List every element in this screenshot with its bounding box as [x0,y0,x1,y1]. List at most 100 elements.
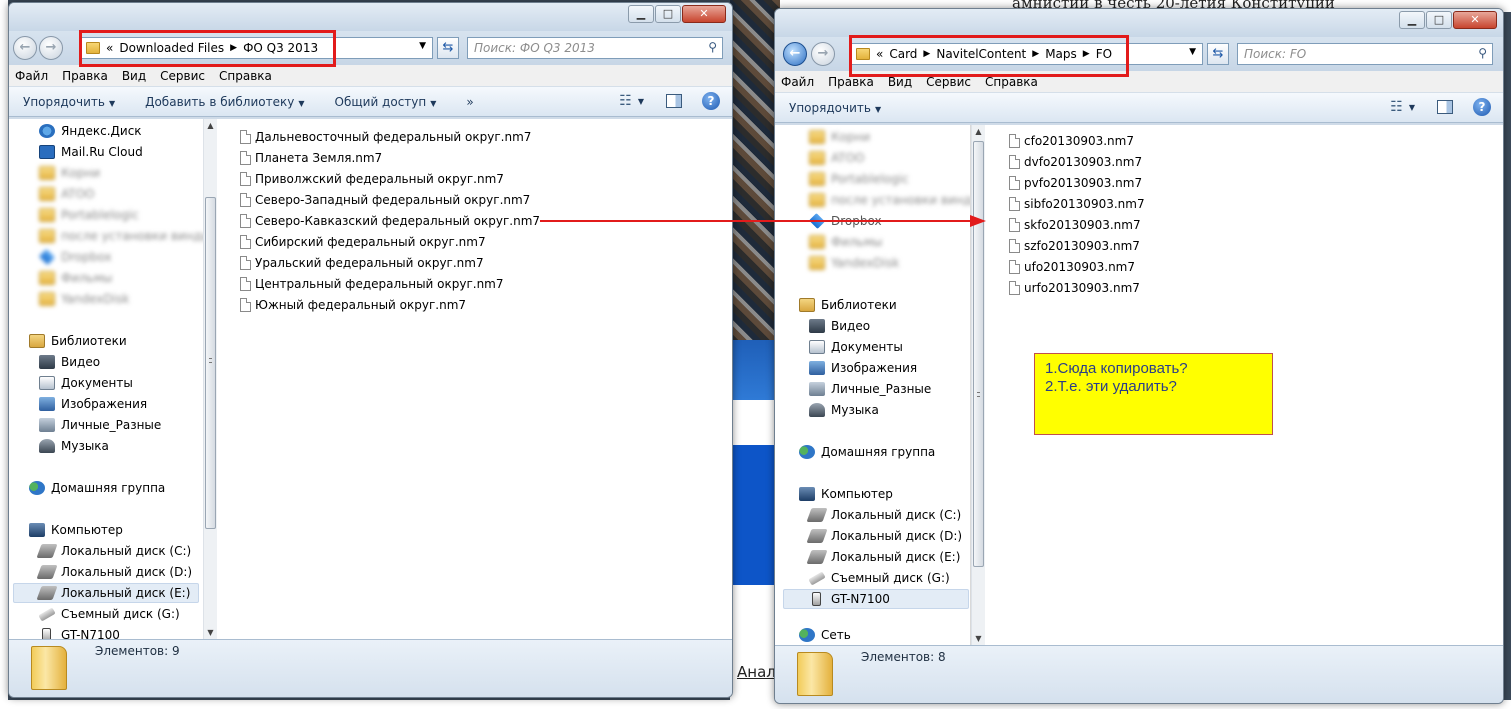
back-button[interactable]: ← [13,36,37,60]
webpage-link[interactable]: Анал [737,663,776,681]
file-item[interactable]: dvfo20130903.nm7 [1009,152,1142,172]
nav-item-blurred[interactable]: после установки винды [39,226,211,246]
nav-item-video[interactable]: Видео [809,316,870,336]
file-item[interactable]: ufo20130903.nm7 [1009,257,1135,277]
menu-tools[interactable]: Сервис [160,69,205,83]
nav-item-disk-e[interactable]: Локальный диск (E:) [806,547,960,567]
nav-item-documents[interactable]: Документы [39,373,133,393]
nav-item-blurred[interactable]: ATOO [39,184,95,204]
nav-item-removable-g[interactable]: Съемный диск (G:) [808,568,950,588]
chevron-down-icon[interactable]: ▼ [638,97,644,106]
search-icon[interactable]: ⚲ [1478,46,1487,60]
nav-item-network[interactable]: Сеть [799,628,851,642]
menu-file[interactable]: Файл [15,69,48,83]
nav-item-disk-d[interactable]: Локальный диск (D:) [806,526,962,546]
nav-item-blurred[interactable]: YandexDisk [39,289,129,309]
nav-item-homegroup[interactable]: Домашняя группа [29,478,165,498]
help-icon[interactable]: ? [1473,98,1491,116]
chevron-down-icon[interactable]: ▼ [1409,103,1415,112]
nav-item-blurred[interactable]: Фильмы [809,232,882,252]
nav-item-disk-d[interactable]: Локальный диск (D:) [36,562,192,582]
close-button[interactable]: ✕ [1453,11,1497,29]
back-button[interactable]: ← [783,42,807,66]
nav-item-disk-c[interactable]: Локальный диск (C:) [806,505,961,525]
file-item[interactable]: Уральский федеральный округ.nm7 [240,253,484,273]
maximize-button[interactable]: □ [1426,11,1452,29]
nav-item-music[interactable]: Музыка [809,400,879,420]
title-bar[interactable]: ▁ □ ✕ [775,9,1503,37]
nav-item-libraries[interactable]: Библиотеки [29,331,127,351]
nav-item-blurred[interactable]: Фильмы [39,268,112,288]
nav-item-music[interactable]: Музыка [39,436,109,456]
nav-item-removable-g[interactable]: Съемный диск (G:) [38,604,180,624]
organize-button[interactable]: Упорядочить ▼ [789,101,881,115]
nav-item-personal[interactable]: Личные_Разные [809,379,931,399]
file-item[interactable]: cfo20130903.nm7 [1009,131,1134,151]
forward-button[interactable]: → [811,42,835,66]
nav-item-device[interactable]: GT-N7100 [783,589,969,609]
nav-item-computer[interactable]: Компьютер [29,520,123,540]
scroll-up-icon[interactable]: ▲ [972,127,985,136]
maximize-button[interactable]: □ [655,5,681,23]
search-icon[interactable]: ⚲ [708,40,717,54]
nav-item-blurred[interactable]: Portablelogic [39,205,139,225]
nav-item-blurred[interactable]: YandexDisk [809,253,899,273]
preview-pane-icon[interactable] [1437,100,1453,114]
nav-item-personal[interactable]: Личные_Разные [39,415,161,435]
view-options-icon[interactable]: ☷ [1390,99,1403,115]
scroll-down-icon[interactable]: ▼ [204,628,217,637]
nav-item-images[interactable]: Изображения [809,358,917,378]
scroll-thumb[interactable] [973,141,984,567]
scroll-thumb[interactable] [205,197,216,529]
share-button[interactable]: Общий доступ ▼ [335,95,437,109]
nav-scrollbar[interactable]: ▲ ▼ [203,119,217,639]
search-input[interactable]: Поиск: ФО Q3 2013 ⚲ [467,37,723,59]
menu-file[interactable]: Файл [781,75,814,89]
nav-item-disk-e[interactable]: Локальный диск (E:) [13,583,199,603]
file-item[interactable]: Южный федеральный округ.nm7 [240,295,466,315]
nav-item-computer[interactable]: Компьютер [799,484,893,504]
file-item[interactable]: Северо-Кавказский федеральный округ.nm7 [240,211,540,231]
file-item[interactable]: Сибирский федеральный округ.nm7 [240,232,486,252]
chevron-down-icon[interactable]: ▼ [1189,47,1196,57]
help-icon[interactable]: ? [702,92,720,110]
navigation-pane[interactable]: Корни ATOO Portablelogic после установки… [775,125,971,645]
file-item[interactable]: Северо-Западный федеральный округ.nm7 [240,190,530,210]
file-item[interactable]: urfo20130903.nm7 [1009,278,1140,298]
forward-button[interactable]: → [39,36,63,60]
nav-scrollbar[interactable]: ▲ ▼ [971,125,985,645]
nav-item-yandex-disk[interactable]: Яндекс.Диск [39,121,142,141]
organize-button[interactable]: Упорядочить ▼ [23,95,115,109]
menu-edit[interactable]: Правка [62,69,108,83]
more-commands-button[interactable]: » [466,95,473,109]
file-list[interactable]: Дальневосточный федеральный округ.nm7 Пл… [218,119,732,639]
nav-item-blurred[interactable]: ATOO [809,148,865,168]
navigation-pane[interactable]: Яндекс.Диск Mail.Ru Cloud Корни ATOO Por… [9,119,217,639]
nav-item-documents[interactable]: Документы [809,337,903,357]
search-input[interactable]: Поиск: FO ⚲ [1237,43,1493,65]
nav-item-blurred[interactable]: Корни [809,127,870,147]
close-button[interactable]: ✕ [682,5,726,23]
minimize-button[interactable]: ▁ [1399,11,1425,29]
nav-item-mailru-cloud[interactable]: Mail.Ru Cloud [39,142,143,162]
file-item[interactable]: Приволжский федеральный округ.nm7 [240,169,504,189]
view-options-icon[interactable]: ☷ [619,93,632,109]
file-item[interactable]: Дальневосточный федеральный округ.nm7 [240,127,531,147]
chevron-down-icon[interactable]: ▼ [419,41,426,51]
file-item[interactable]: Центральный федеральный округ.nm7 [240,274,504,294]
minimize-button[interactable]: ▁ [628,5,654,23]
nav-item-blurred[interactable]: Portablelogic [809,169,909,189]
file-item[interactable]: skfo20130903.nm7 [1009,215,1141,235]
refresh-button[interactable]: ⇆ [1207,43,1229,65]
preview-pane-icon[interactable] [666,94,682,108]
file-item[interactable]: sibfo20130903.nm7 [1009,194,1145,214]
nav-item-homegroup[interactable]: Домашняя группа [799,442,935,462]
file-item[interactable]: szfo20130903.nm7 [1009,236,1140,256]
nav-item-blurred[interactable]: после установки винды [809,190,970,210]
nav-item-images[interactable]: Изображения [39,394,147,414]
nav-item-video[interactable]: Видео [39,352,100,372]
file-item[interactable]: Планета Земля.nm7 [240,148,382,168]
scroll-up-icon[interactable]: ▲ [204,121,217,130]
menu-help[interactable]: Справка [219,69,272,83]
nav-item-libraries[interactable]: Библиотеки [799,295,897,315]
